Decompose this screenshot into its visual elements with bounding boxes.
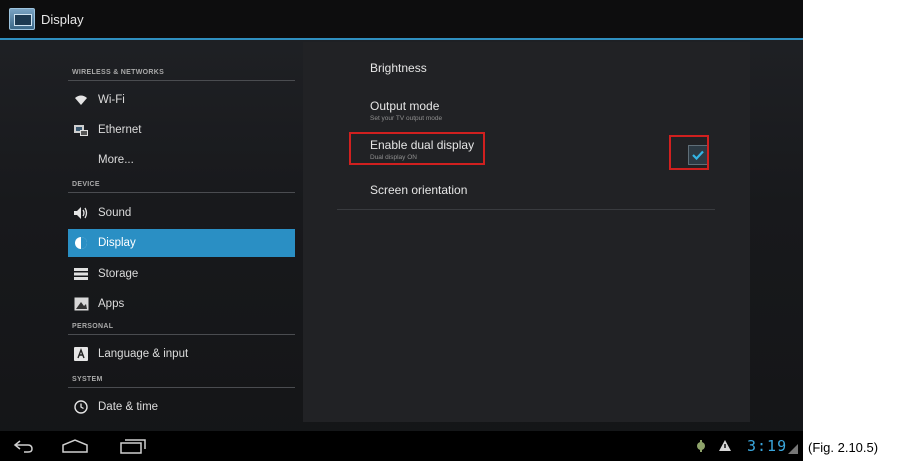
header-item-more[interactable]: More... (68, 146, 295, 174)
recent-apps-icon (120, 439, 146, 454)
pref-title: Output mode (370, 99, 440, 113)
home-icon (62, 439, 88, 453)
category-system: SYSTEM (68, 371, 295, 388)
category-device: DEVICE (68, 176, 295, 193)
pref-screen-orientation[interactable]: Screen orientation (370, 183, 467, 197)
highlight-box-dual-display-label (349, 132, 485, 165)
recent-apps-button[interactable] (118, 436, 148, 456)
pref-title: Brightness (370, 61, 427, 75)
storage-icon (71, 268, 91, 280)
ethernet-icon (71, 123, 91, 137)
signal-icon (788, 441, 798, 459)
pref-divider (337, 209, 715, 210)
category-wireless-networks: WIRELESS & NETWORKS (68, 64, 295, 81)
action-bar: Display (0, 0, 803, 40)
highlight-box-checkbox (669, 135, 709, 170)
settings-display-app-icon[interactable] (9, 8, 35, 30)
apps-icon (71, 297, 91, 311)
wifi-icon (71, 94, 91, 106)
speaker-icon (71, 206, 91, 220)
header-item-storage[interactable]: Storage (68, 260, 295, 288)
figure-caption: (Fig. 2.10.5) (808, 440, 879, 455)
usb-debug-icon (695, 439, 707, 458)
header-item-label: Sound (98, 207, 132, 219)
header-item-label: Ethernet (98, 124, 142, 136)
back-button[interactable] (8, 436, 38, 456)
header-item-label: Display (98, 237, 136, 249)
brightness-icon (71, 236, 91, 250)
pref-summary: Set your TV output mode (370, 115, 443, 122)
header-item-wifi[interactable]: Wi-Fi (68, 86, 295, 114)
header-item-sound[interactable]: Sound (68, 199, 295, 227)
header-item-apps[interactable]: Apps (68, 290, 295, 318)
header-item-label: Storage (98, 268, 139, 280)
settings-headers-list: WIRELESS & NETWORKS Wi-Fi Ethernet More.… (68, 42, 295, 422)
home-button[interactable] (60, 436, 90, 456)
header-item-label: More... (98, 154, 134, 166)
display-settings-panel: Brightness Output mode Set your TV outpu… (303, 42, 750, 422)
clock-icon (71, 400, 91, 414)
tablet-screen: Display WIRELESS & NETWORKS Wi-Fi Ethern… (0, 0, 803, 461)
header-item-display[interactable]: Display (68, 229, 295, 257)
action-bar-title: Display (41, 11, 84, 27)
pref-title: Screen orientation (370, 183, 468, 197)
system-navigation-bar: 3:19 (0, 431, 803, 461)
status-clock: 3:19 (747, 437, 788, 455)
header-item-date-time[interactable]: Date & time (68, 393, 295, 421)
header-item-ethernet[interactable]: Ethernet (68, 116, 295, 144)
header-item-label: Apps (98, 298, 125, 310)
header-item-label: Wi-Fi (98, 94, 125, 106)
back-icon (13, 440, 33, 453)
header-item-language-input[interactable]: Language & input (68, 340, 295, 368)
warning-icon (718, 439, 732, 457)
pref-output-mode[interactable]: Output mode Set your TV output mode (370, 99, 442, 122)
pref-brightness[interactable]: Brightness (370, 61, 427, 75)
keyboard-language-icon (71, 347, 91, 361)
header-item-label: Date & time (98, 401, 159, 413)
header-item-label: Language & input (98, 348, 189, 360)
category-personal: PERSONAL (68, 318, 295, 335)
